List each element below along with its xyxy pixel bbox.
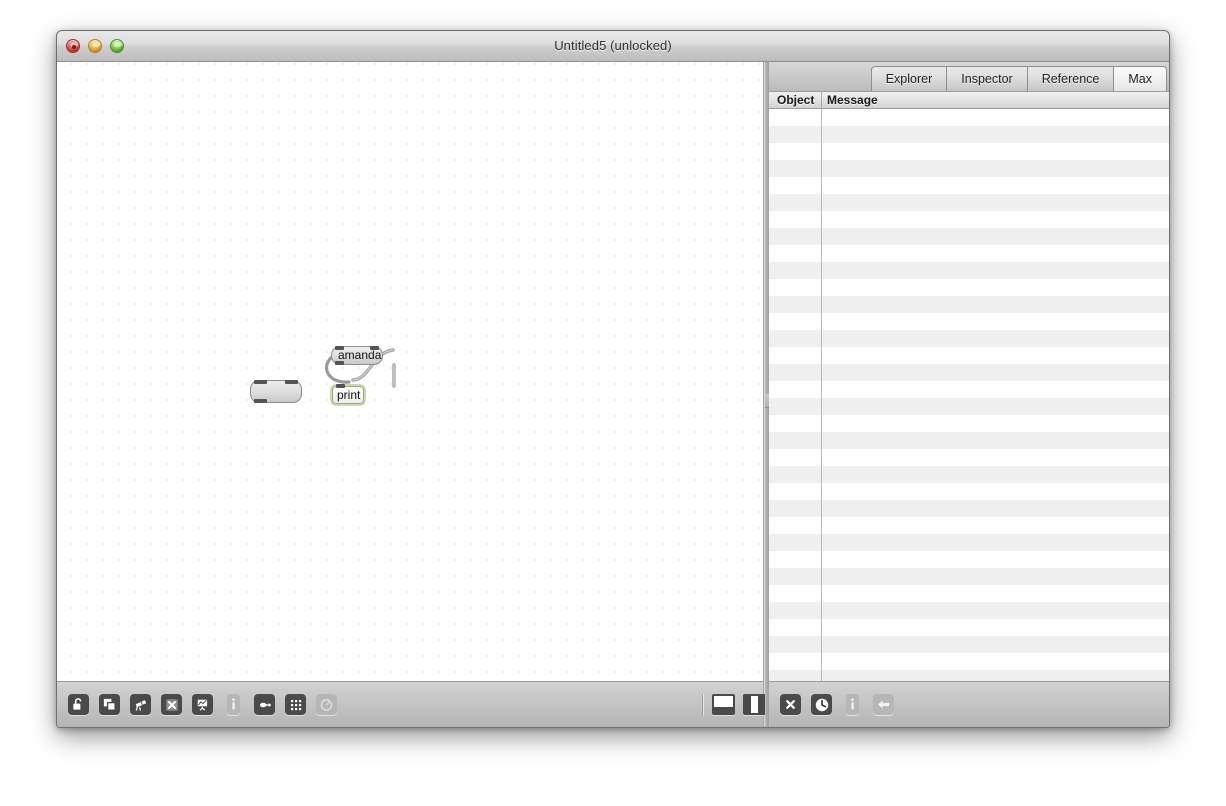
window-title: Untitled5 (unlocked)	[554, 38, 672, 53]
console-row[interactable]	[769, 466, 1169, 483]
print-object-text: print	[337, 388, 361, 402]
patch-cord-layer	[351, 348, 396, 388]
inlet-nub[interactable]	[254, 380, 267, 384]
window-body: amanda print Explorer Inspector Referenc…	[57, 62, 1169, 727]
console-row[interactable]	[769, 364, 1169, 381]
tab-max[interactable]: Max	[1113, 66, 1167, 91]
console-row[interactable]	[769, 534, 1169, 551]
amanda-inlet-nub-right[interactable]	[370, 346, 379, 350]
console-row[interactable]	[769, 245, 1169, 262]
console-row[interactable]	[769, 585, 1169, 602]
console-row[interactable]	[769, 432, 1169, 449]
console-row[interactable]	[769, 517, 1169, 534]
console-row[interactable]	[769, 279, 1169, 296]
console-row[interactable]	[769, 262, 1169, 279]
console-back-arrow-icon[interactable]	[868, 690, 899, 719]
console-clear-icon[interactable]	[775, 690, 806, 719]
console-row[interactable]	[769, 211, 1169, 228]
console-row[interactable]	[769, 636, 1169, 653]
outlet-nub[interactable]	[254, 399, 267, 403]
console-row[interactable]	[769, 347, 1169, 364]
outlet-nub-right[interactable]	[285, 380, 298, 384]
patch-cords	[325, 352, 351, 384]
tab-explorer[interactable]: Explorer	[870, 66, 947, 91]
console-row[interactable]	[769, 398, 1169, 415]
inspector-chart-icon[interactable]	[187, 690, 218, 719]
console-row[interactable]	[769, 653, 1169, 670]
info-icon[interactable]	[218, 690, 249, 719]
title-bar[interactable]: Untitled5 (unlocked)	[57, 31, 1169, 62]
console-row[interactable]	[769, 500, 1169, 517]
signal-probe-icon[interactable]	[249, 690, 280, 719]
console-row[interactable]	[769, 551, 1169, 568]
patcher-tool-buttons	[63, 690, 342, 719]
console-row[interactable]	[769, 296, 1169, 313]
column-message-label[interactable]: Message	[827, 92, 878, 109]
console-row[interactable]	[769, 194, 1169, 211]
console-row[interactable]	[769, 602, 1169, 619]
patcher-canvas[interactable]: amanda print	[57, 62, 764, 681]
grid-icon[interactable]	[280, 690, 311, 719]
console-toolbar	[769, 681, 1169, 727]
console-row[interactable]	[769, 160, 1169, 177]
console-row[interactable]	[769, 313, 1169, 330]
console-row[interactable]	[769, 126, 1169, 143]
column-divider[interactable]	[821, 92, 822, 109]
amanda-outlet-nub[interactable]	[335, 361, 344, 365]
patcher-pane: amanda print	[57, 62, 767, 727]
amanda-object[interactable]: amanda	[331, 346, 383, 365]
presentation-mode-icon[interactable]	[94, 690, 125, 719]
console-pane: Explorer Inspector Reference Max Object …	[769, 62, 1169, 727]
console-info-icon[interactable]	[837, 690, 868, 719]
add-object-telescope-icon[interactable]	[125, 690, 156, 719]
amanda-inlet-nub[interactable]	[335, 346, 344, 350]
max-patcher-window: Untitled5 (unlocked) amanda print Explor…	[56, 30, 1170, 728]
console-tool-buttons	[775, 690, 899, 719]
console-row[interactable]	[769, 670, 1169, 681]
screen: Untitled5 (unlocked) amanda print Explor…	[0, 0, 1226, 806]
console-row[interactable]	[769, 568, 1169, 585]
column-object-label[interactable]: Object	[777, 92, 814, 109]
tab-reference[interactable]: Reference	[1026, 66, 1114, 91]
console-row[interactable]	[769, 449, 1169, 466]
clear-x-icon[interactable]	[156, 690, 187, 719]
console-row[interactable]	[769, 381, 1169, 398]
console-column-header: Object Message	[769, 92, 1169, 109]
console-row[interactable]	[769, 483, 1169, 500]
console-row[interactable]	[769, 330, 1169, 347]
console-row[interactable]	[769, 619, 1169, 636]
print-inlet-nub[interactable]	[336, 384, 345, 388]
console-column-divider	[821, 109, 822, 681]
bottom-panel-toggle[interactable]	[708, 690, 739, 719]
console-tabbar: Explorer Inspector Reference Max	[769, 62, 1169, 92]
audio-status-gauge-icon[interactable]	[311, 690, 342, 719]
print-object[interactable]: print	[332, 384, 364, 404]
patcher-toolbar	[57, 681, 766, 727]
console-row[interactable]	[769, 177, 1169, 194]
console-timestamp-clock-icon[interactable]	[806, 690, 837, 719]
console-rows[interactable]	[769, 109, 1169, 681]
console-row[interactable]	[769, 415, 1169, 432]
panel-toggle-group	[697, 690, 770, 719]
empty-object-box[interactable]	[250, 380, 302, 403]
console-row[interactable]	[769, 228, 1169, 245]
unlock-padlock-icon[interactable]	[63, 690, 94, 719]
console-row[interactable]	[769, 143, 1169, 160]
amanda-object-text: amanda	[338, 348, 382, 362]
toolbar-separator	[702, 693, 703, 716]
tab-inspector[interactable]: Inspector	[946, 66, 1027, 91]
console-row[interactable]	[769, 109, 1169, 126]
